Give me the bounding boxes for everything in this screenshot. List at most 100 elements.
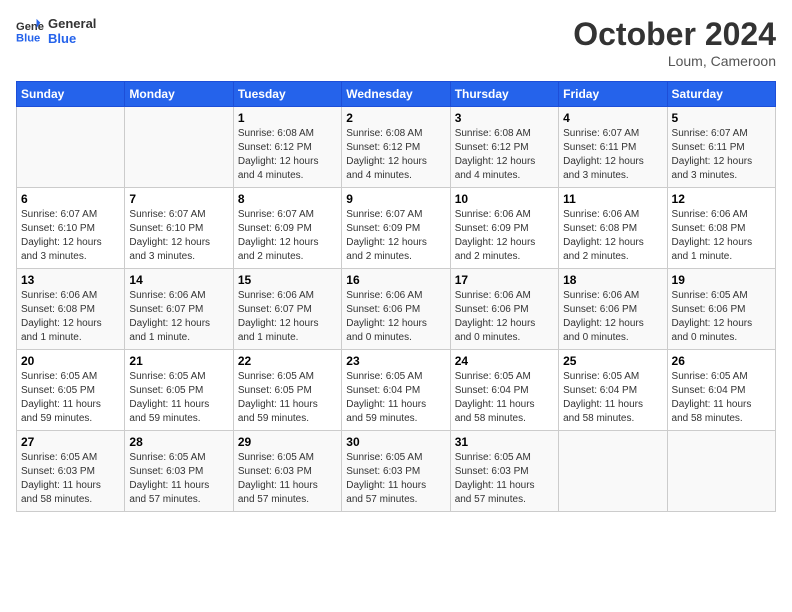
day-info: Sunrise: 6:05 AM Sunset: 6:03 PM Dayligh… [129, 451, 228, 507]
weekday-header: Wednesday [342, 82, 450, 107]
calendar-cell: 31 Sunrise: 6:05 AM Sunset: 6:03 PM Dayli… [450, 431, 558, 512]
day-number: 23 [346, 354, 445, 368]
location: Loum, Cameroon [573, 53, 776, 69]
calendar-week-row: 27 Sunrise: 6:05 AM Sunset: 6:03 PM Dayli… [17, 431, 776, 512]
calendar-cell: 16 Sunrise: 6:06 AM Sunset: 6:06 PM Dayli… [342, 269, 450, 350]
day-info: Sunrise: 6:08 AM Sunset: 6:12 PM Dayligh… [346, 127, 445, 183]
day-info: Sunrise: 6:06 AM Sunset: 6:06 PM Dayligh… [346, 289, 445, 345]
day-info: Sunrise: 6:05 AM Sunset: 6:03 PM Dayligh… [21, 451, 120, 507]
calendar-cell: 8Sunrise: 6:07 AM Sunset: 6:09 PM Daylig… [233, 188, 341, 269]
calendar-cell: 15Sunrise: 6:06 AM Sunset: 6:07 PM Dayli… [233, 269, 341, 350]
page-header: General Blue General Blue October 2024 L… [16, 16, 776, 69]
day-info: Sunrise: 6:05 AM Sunset: 6:04 PM Dayligh… [455, 370, 554, 426]
calendar-cell: 29Sunrise: 6:05 AM Sunset: 6:03 PM Dayli… [233, 431, 341, 512]
day-number: 22 [238, 354, 337, 368]
day-info: Sunrise: 6:06 AM Sunset: 6:06 PM Dayligh… [455, 289, 554, 345]
calendar-cell: 28Sunrise: 6:05 AM Sunset: 6:03 PM Dayli… [125, 431, 233, 512]
day-number: 6 [21, 192, 120, 206]
calendar-week-row: 13 Sunrise: 6:06 AM Sunset: 6:08 PM Dayli… [17, 269, 776, 350]
calendar-cell: 5 Sunrise: 6:07 AM Sunset: 6:11 PM Daylig… [667, 107, 775, 188]
calendar-cell: 14Sunrise: 6:06 AM Sunset: 6:07 PM Dayli… [125, 269, 233, 350]
logo-blue: Blue [48, 31, 96, 46]
calendar-cell: 13 Sunrise: 6:06 AM Sunset: 6:08 PM Dayli… [17, 269, 125, 350]
calendar-cell: 27 Sunrise: 6:05 AM Sunset: 6:03 PM Dayli… [17, 431, 125, 512]
calendar-cell: 17 Sunrise: 6:06 AM Sunset: 6:06 PM Dayli… [450, 269, 558, 350]
calendar-cell: 9 Sunrise: 6:07 AM Sunset: 6:09 PM Daylig… [342, 188, 450, 269]
calendar-cell: 24Sunrise: 6:05 AM Sunset: 6:04 PM Dayli… [450, 350, 558, 431]
calendar-cell [17, 107, 125, 188]
logo-icon: General Blue [16, 17, 44, 45]
day-number: 1 [238, 111, 337, 125]
day-number: 13 [21, 273, 120, 287]
day-number: 17 [455, 273, 554, 287]
month-title: October 2024 [573, 16, 776, 53]
calendar-cell [125, 107, 233, 188]
day-info: Sunrise: 6:07 AM Sunset: 6:10 PM Dayligh… [21, 208, 120, 264]
day-number: 30 [346, 435, 445, 449]
calendar-cell: 12 Sunrise: 6:06 AM Sunset: 6:08 PM Dayli… [667, 188, 775, 269]
day-number: 31 [455, 435, 554, 449]
calendar-week-row: 6 Sunrise: 6:07 AM Sunset: 6:10 PM Daylig… [17, 188, 776, 269]
day-number: 7 [129, 192, 228, 206]
calendar-cell: 18Sunrise: 6:06 AM Sunset: 6:06 PM Dayli… [559, 269, 667, 350]
day-info: Sunrise: 6:07 AM Sunset: 6:09 PM Dayligh… [238, 208, 337, 264]
calendar-table: SundayMondayTuesdayWednesdayThursdayFrid… [16, 81, 776, 512]
day-number: 9 [346, 192, 445, 206]
day-number: 5 [672, 111, 771, 125]
calendar-cell: 1 Sunrise: 6:08 AM Sunset: 6:12 PM Daylig… [233, 107, 341, 188]
calendar-cell: 20 Sunrise: 6:05 AM Sunset: 6:05 PM Dayli… [17, 350, 125, 431]
day-number: 27 [21, 435, 120, 449]
day-info: Sunrise: 6:05 AM Sunset: 6:06 PM Dayligh… [672, 289, 771, 345]
day-number: 15 [238, 273, 337, 287]
day-number: 14 [129, 273, 228, 287]
calendar-week-row: 20 Sunrise: 6:05 AM Sunset: 6:05 PM Dayli… [17, 350, 776, 431]
day-info: Sunrise: 6:05 AM Sunset: 6:05 PM Dayligh… [238, 370, 337, 426]
calendar-cell: 30Sunrise: 6:05 AM Sunset: 6:03 PM Dayli… [342, 431, 450, 512]
day-info: Sunrise: 6:05 AM Sunset: 6:05 PM Dayligh… [21, 370, 120, 426]
day-number: 19 [672, 273, 771, 287]
day-number: 3 [455, 111, 554, 125]
calendar-header-row: SundayMondayTuesdayWednesdayThursdayFrid… [17, 82, 776, 107]
day-number: 25 [563, 354, 662, 368]
day-info: Sunrise: 6:05 AM Sunset: 6:03 PM Dayligh… [238, 451, 337, 507]
calendar-cell: 3 Sunrise: 6:08 AM Sunset: 6:12 PM Daylig… [450, 107, 558, 188]
weekday-header: Monday [125, 82, 233, 107]
weekday-header: Tuesday [233, 82, 341, 107]
day-info: Sunrise: 6:07 AM Sunset: 6:09 PM Dayligh… [346, 208, 445, 264]
calendar-week-row: 1 Sunrise: 6:08 AM Sunset: 6:12 PM Daylig… [17, 107, 776, 188]
day-info: Sunrise: 6:06 AM Sunset: 6:06 PM Dayligh… [563, 289, 662, 345]
calendar-cell: 11 Sunrise: 6:06 AM Sunset: 6:08 PM Dayli… [559, 188, 667, 269]
day-info: Sunrise: 6:06 AM Sunset: 6:08 PM Dayligh… [563, 208, 662, 264]
logo-general: General [48, 16, 96, 31]
day-number: 11 [563, 192, 662, 206]
logo: General Blue General Blue [16, 16, 96, 46]
day-number: 4 [563, 111, 662, 125]
day-number: 12 [672, 192, 771, 206]
weekday-header: Saturday [667, 82, 775, 107]
day-info: Sunrise: 6:07 AM Sunset: 6:11 PM Dayligh… [563, 127, 662, 183]
day-info: Sunrise: 6:05 AM Sunset: 6:04 PM Dayligh… [672, 370, 771, 426]
day-info: Sunrise: 6:07 AM Sunset: 6:11 PM Dayligh… [672, 127, 771, 183]
day-info: Sunrise: 6:05 AM Sunset: 6:04 PM Dayligh… [346, 370, 445, 426]
day-info: Sunrise: 6:08 AM Sunset: 6:12 PM Dayligh… [455, 127, 554, 183]
day-info: Sunrise: 6:05 AM Sunset: 6:03 PM Dayligh… [455, 451, 554, 507]
day-number: 26 [672, 354, 771, 368]
day-number: 20 [21, 354, 120, 368]
day-info: Sunrise: 6:05 AM Sunset: 6:04 PM Dayligh… [563, 370, 662, 426]
day-info: Sunrise: 6:08 AM Sunset: 6:12 PM Dayligh… [238, 127, 337, 183]
calendar-cell: 6 Sunrise: 6:07 AM Sunset: 6:10 PM Daylig… [17, 188, 125, 269]
calendar-cell: 19 Sunrise: 6:05 AM Sunset: 6:06 PM Dayli… [667, 269, 775, 350]
day-info: Sunrise: 6:06 AM Sunset: 6:08 PM Dayligh… [21, 289, 120, 345]
calendar-cell: 7 Sunrise: 6:07 AM Sunset: 6:10 PM Daylig… [125, 188, 233, 269]
day-number: 16 [346, 273, 445, 287]
weekday-header: Sunday [17, 82, 125, 107]
day-info: Sunrise: 6:06 AM Sunset: 6:09 PM Dayligh… [455, 208, 554, 264]
calendar-cell: 25 Sunrise: 6:05 AM Sunset: 6:04 PM Dayli… [559, 350, 667, 431]
svg-text:Blue: Blue [16, 32, 40, 44]
day-number: 10 [455, 192, 554, 206]
day-info: Sunrise: 6:06 AM Sunset: 6:08 PM Dayligh… [672, 208, 771, 264]
day-info: Sunrise: 6:07 AM Sunset: 6:10 PM Dayligh… [129, 208, 228, 264]
day-number: 21 [129, 354, 228, 368]
calendar-cell: 22 Sunrise: 6:05 AM Sunset: 6:05 PM Dayli… [233, 350, 341, 431]
calendar-cell: 23 Sunrise: 6:05 AM Sunset: 6:04 PM Dayli… [342, 350, 450, 431]
